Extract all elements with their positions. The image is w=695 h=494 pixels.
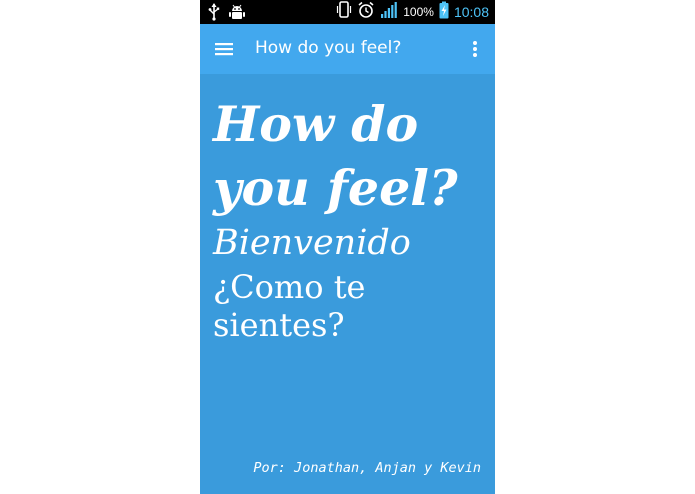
main-content: How do you feel? Bienvenido ¿Como te sie… (213, 92, 488, 344)
signal-icon (380, 1, 398, 23)
headline: How do you feel? (213, 95, 458, 217)
status-bar: 100% 10:08 (200, 0, 495, 24)
app-toolbar: How do you feel? (200, 24, 495, 74)
alarm-icon (357, 1, 375, 23)
usb-icon (208, 3, 220, 25)
overflow-menu-icon (473, 41, 477, 57)
app-screen: 100% 10:08 How do you feel? How do you f… (200, 0, 495, 494)
status-notifications (208, 3, 246, 25)
battery-percent: 100% (403, 5, 434, 19)
navigation-menu-button[interactable] (210, 35, 238, 63)
android-debug-icon (228, 3, 246, 25)
credits-text: Por: Jonathan, Anjan y Kevin (253, 460, 481, 476)
battery-charging-icon (439, 1, 449, 23)
question-text: ¿Como te sientes? (213, 268, 366, 344)
overflow-menu-button[interactable] (463, 35, 487, 63)
toolbar-title: How do you feel? (255, 38, 402, 58)
hamburger-menu-icon (215, 43, 233, 56)
clock: 10:08 (453, 4, 489, 20)
vibrate-icon (336, 1, 352, 23)
status-system: 100% 10:08 (336, 0, 489, 24)
welcome-text: Bienvenido (213, 223, 411, 263)
